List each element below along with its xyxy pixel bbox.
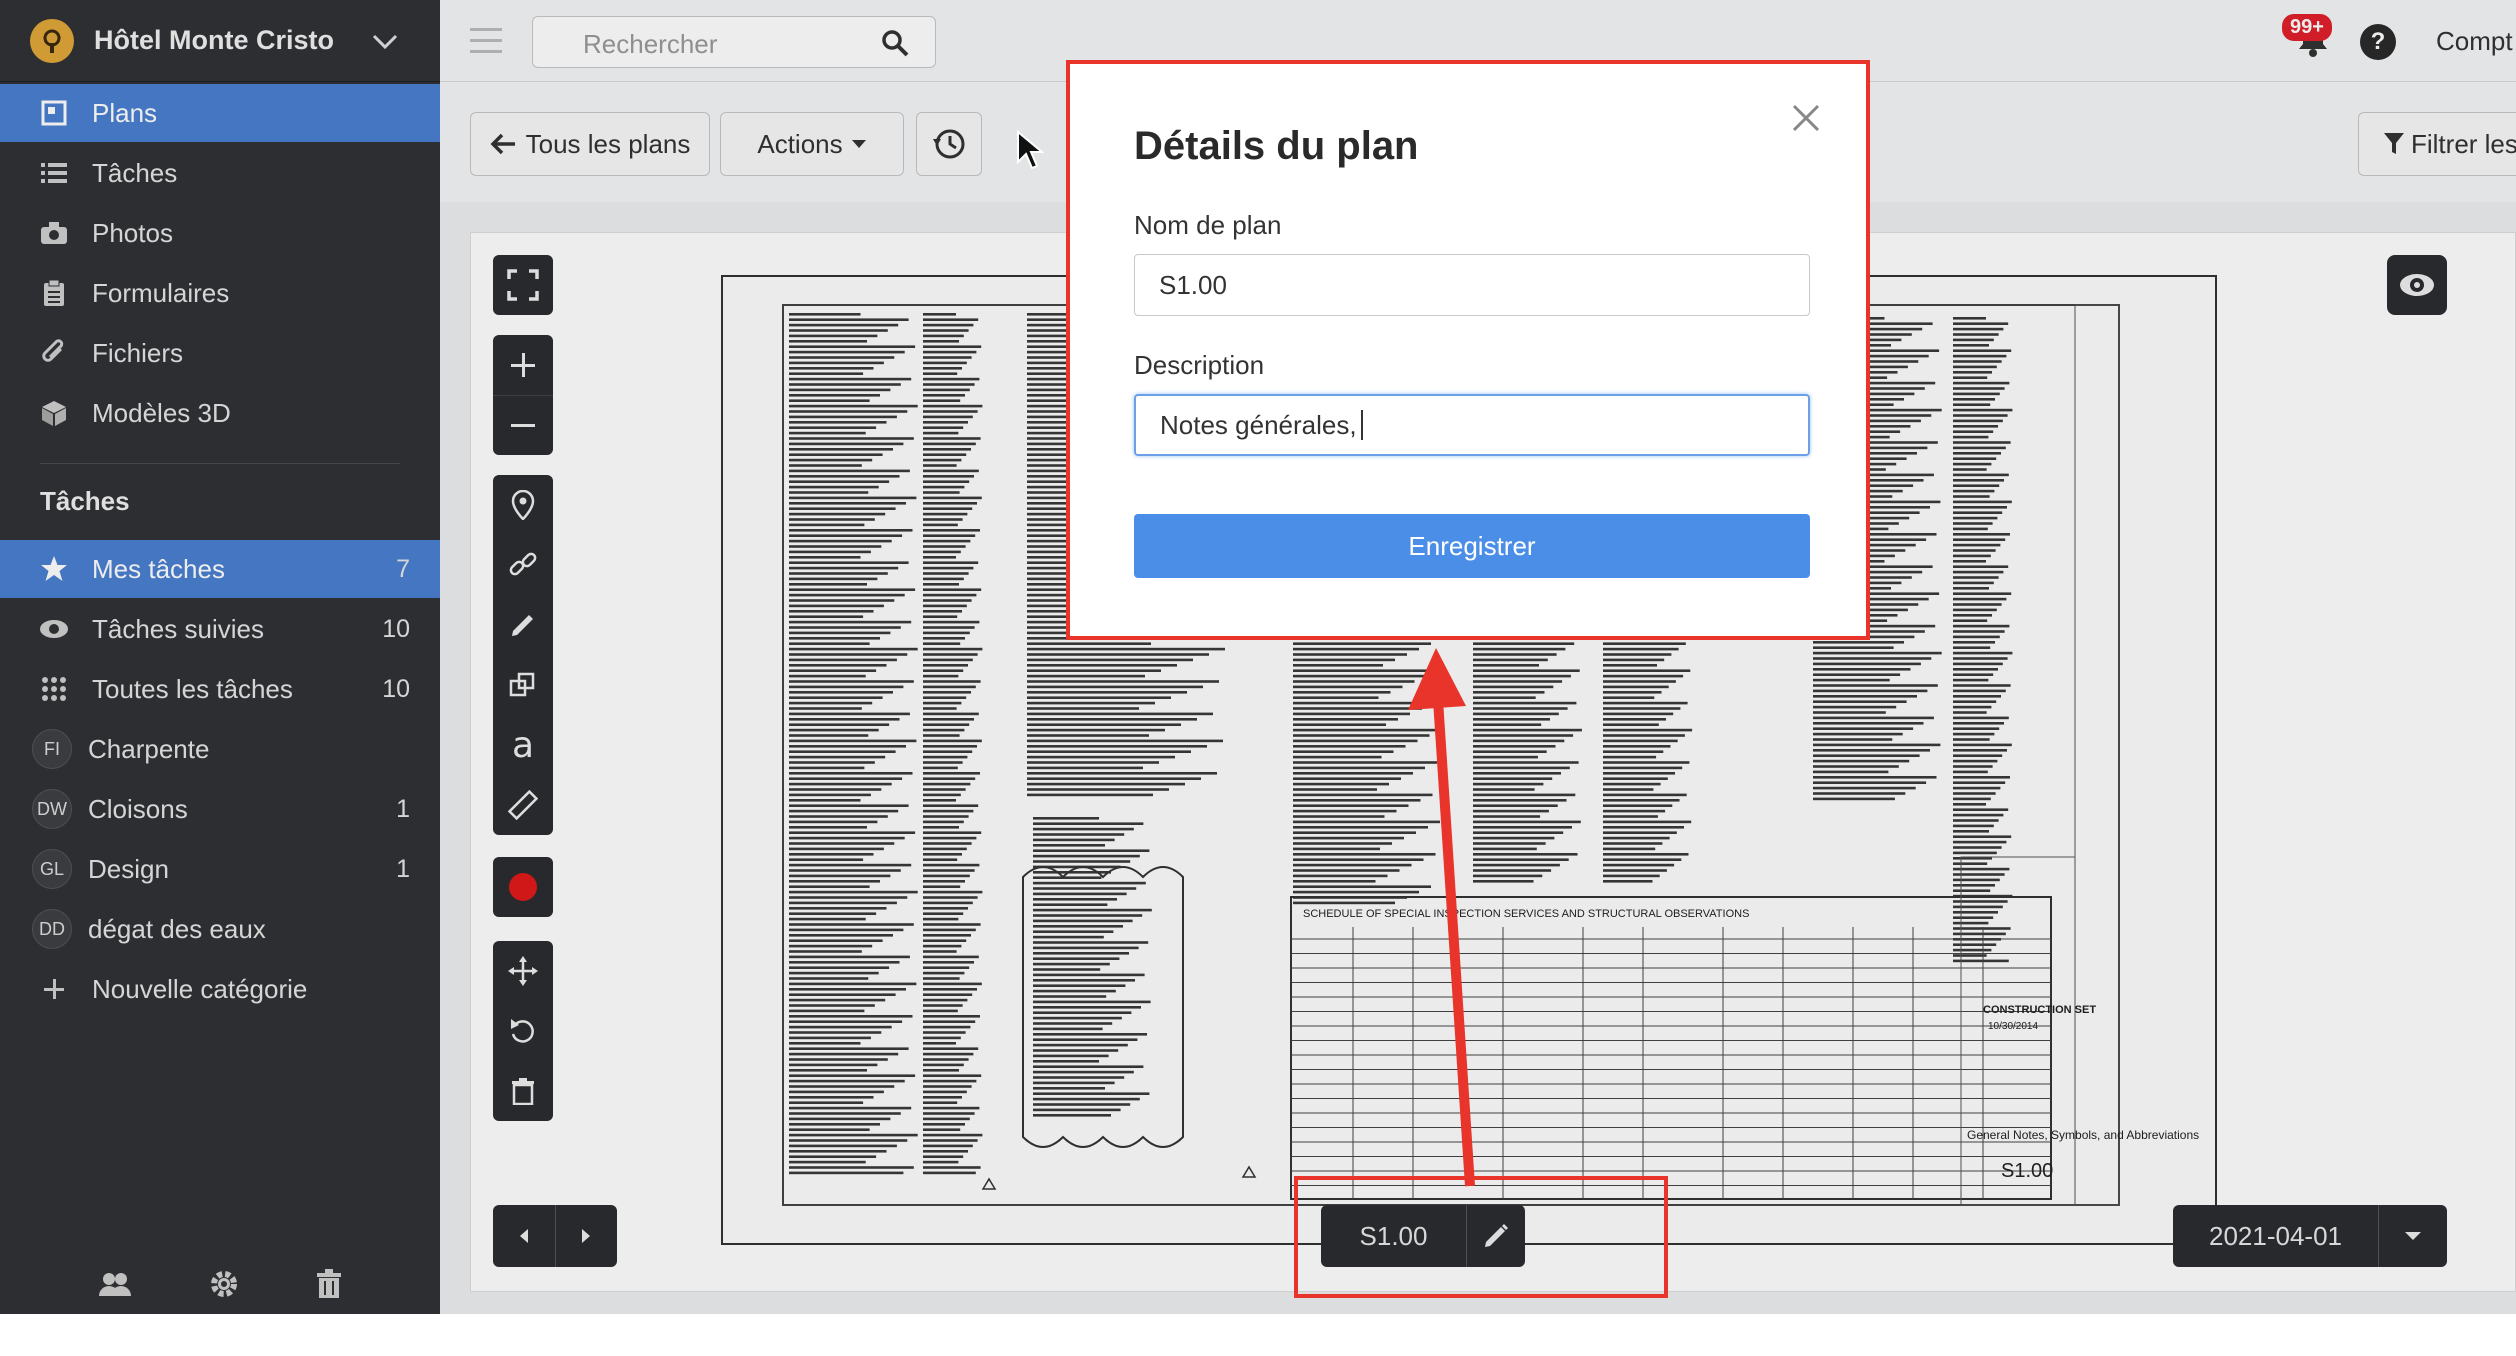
modal-title: Détails du plan — [1134, 124, 1419, 168]
plan-name-label: Nom de plan — [1134, 210, 1282, 240]
description-label: Description — [1134, 350, 1265, 380]
mouse-cursor-icon — [1017, 130, 1044, 170]
highlight-rectangle — [1294, 1176, 1668, 1298]
close-icon[interactable] — [1788, 100, 1824, 136]
plan-details-modal: Détails du plan Nom de plan S1.00 Descri… — [1066, 60, 1870, 640]
description-value: Notes générales, — [1160, 409, 1357, 440]
save-button[interactable]: Enregistrer — [1134, 514, 1810, 578]
plan-name-field[interactable]: S1.00 — [1134, 254, 1810, 316]
text-caret — [1360, 410, 1363, 440]
description-field[interactable]: Notes générales, — [1134, 394, 1810, 456]
